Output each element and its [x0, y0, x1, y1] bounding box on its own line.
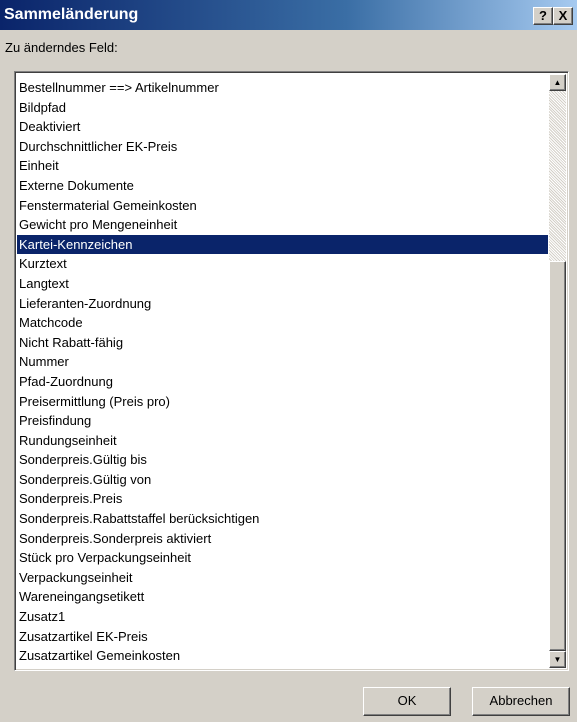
- list-item[interactable]: Sonderpreis.Sonderpreis aktiviert: [17, 529, 548, 549]
- field-listbox[interactable]: Bestellnummer ==> Artikelnummer Bildpfad D…: [14, 71, 569, 671]
- close-button[interactable]: X: [553, 7, 573, 25]
- list-item[interactable]: Nummer: [17, 352, 548, 372]
- list-item[interactable]: Gewicht pro Mengeneinheit: [17, 215, 548, 235]
- field-list: Bestellnummer ==> Artikelnummer Bildpfad D…: [17, 78, 548, 666]
- vertical-scrollbar[interactable]: ▲ ▼: [549, 74, 566, 668]
- cancel-button[interactable]: Abbrechen: [472, 687, 570, 716]
- list-item[interactable]: Pfad-Zuordnung: [17, 372, 548, 392]
- list-item[interactable]: Nicht Rabatt-fähig: [17, 333, 548, 353]
- window-title: Sammeländerung: [4, 6, 139, 23]
- list-item[interactable]: Wareneingangsetikett: [17, 587, 548, 607]
- list-item[interactable]: Kurztext: [17, 254, 548, 274]
- list-item[interactable]: Externe Dokumente: [17, 176, 548, 196]
- list-item[interactable]: Kartei-Kennzeichen: [17, 234, 548, 255]
- list-item[interactable]: Preisfindung: [17, 411, 548, 431]
- help-button[interactable]: ?: [533, 7, 553, 25]
- list-item[interactable]: Sonderpreis.Gültig von: [17, 470, 548, 490]
- title-bar[interactable]: Sammeländerung ? X: [0, 0, 577, 30]
- list-item[interactable]: Sonderpreis.Gültig bis: [17, 450, 548, 470]
- list-item[interactable]: Matchcode: [17, 313, 548, 333]
- list-item[interactable]: Zusatz1: [17, 607, 548, 627]
- dialog-window: Sammeländerung ? X Zu änderndes Feld: Be…: [0, 0, 577, 722]
- list-item[interactable]: Sonderpreis.Preis: [17, 489, 548, 509]
- list-item[interactable]: Deaktiviert: [17, 117, 548, 137]
- list-item[interactable]: Zusatzartikel Gemeinkosten: [17, 646, 548, 666]
- list-item[interactable]: Sonderpreis.Rabattstaffel berücksichtige…: [17, 509, 548, 529]
- list-item[interactable]: Langtext: [17, 274, 548, 294]
- list-item[interactable]: Bildpfad: [17, 98, 548, 118]
- field-label: Zu änderndes Feld:: [5, 40, 118, 55]
- list-item[interactable]: Einheit: [17, 156, 548, 176]
- list-item[interactable]: Lieferanten-Zuordnung: [17, 294, 548, 314]
- list-item[interactable]: Bestellnummer ==> Artikelnummer: [17, 78, 548, 98]
- scroll-down-button[interactable]: ▼: [549, 651, 566, 668]
- scroll-up-button[interactable]: ▲: [549, 74, 566, 91]
- list-item[interactable]: Verpackungseinheit: [17, 568, 548, 588]
- list-item[interactable]: Rundungseinheit: [17, 431, 548, 451]
- arrow-down-icon: ▼: [553, 655, 562, 664]
- list-item[interactable]: Durchschnittlicher EK-Preis: [17, 137, 548, 157]
- list-item[interactable]: Preisermittlung (Preis pro): [17, 392, 548, 412]
- list-item[interactable]: Fenstermaterial Gemeinkosten: [17, 196, 548, 216]
- arrow-up-icon: ▲: [553, 78, 562, 87]
- list-item[interactable]: Zusatzartikel EK-Preis: [17, 627, 548, 647]
- scrollbar-thumb[interactable]: [549, 261, 566, 651]
- list-item[interactable]: Stück pro Verpackungseinheit: [17, 548, 548, 568]
- ok-button[interactable]: OK: [363, 687, 451, 716]
